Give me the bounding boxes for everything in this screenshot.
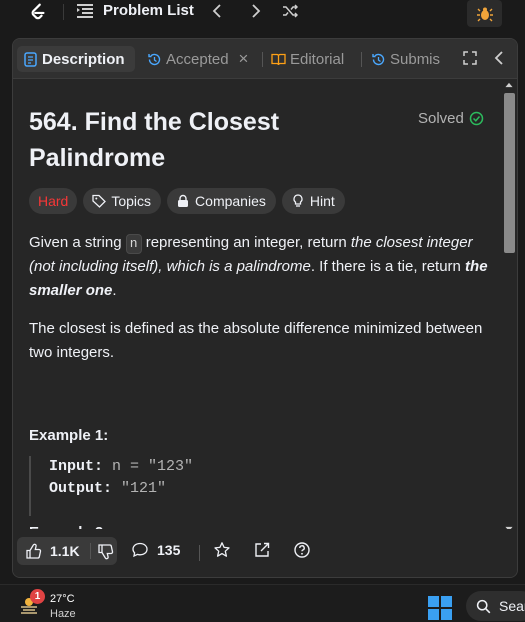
favorite-button[interactable] <box>213 541 231 559</box>
vote-group: 1.1K <box>17 537 117 565</box>
help-button[interactable] <box>293 541 311 559</box>
tab-editorial[interactable]: Editorial <box>271 46 344 72</box>
topics-tag[interactable]: Topics <box>83 188 162 214</box>
companies-label: Companies <box>195 193 266 209</box>
like-button[interactable]: 1.1K <box>25 543 80 560</box>
divider <box>199 545 200 561</box>
search-icon <box>476 599 499 614</box>
top-navbar: Problem List <box>0 0 525 32</box>
comment-icon <box>131 541 149 559</box>
thumbs-down-icon <box>97 543 114 560</box>
tag-icon <box>92 194 111 208</box>
tab-submissions-label: Submis <box>390 50 441 68</box>
desc-text: Given a string <box>29 234 126 251</box>
star-icon <box>213 541 231 559</box>
tab-description[interactable]: Description <box>17 46 135 72</box>
desc-text: representing an integer, return <box>141 234 351 251</box>
os-taskbar: 1 27°C Haze Sear <box>0 584 525 622</box>
action-bar: 1.1K 135 <box>13 529 517 577</box>
history-icon <box>371 52 390 67</box>
tab-accepted-label: Accepted <box>166 50 229 68</box>
description-panel: Description Accepted × Editorial Submis <box>12 38 518 578</box>
close-icon[interactable]: × <box>239 49 249 69</box>
tab-divider <box>361 52 362 67</box>
windows-start-icon[interactable] <box>428 596 452 620</box>
scrollbar[interactable] <box>502 81 516 532</box>
description-icon <box>23 51 42 67</box>
divider <box>89 543 91 559</box>
tag-row: Hard Topics Companies Hint <box>29 188 345 214</box>
problem-list-link[interactable]: Problem List <box>103 1 194 21</box>
thumbs-up-icon <box>25 543 42 560</box>
difficulty-badge: Hard <box>29 188 78 214</box>
tab-accepted[interactable]: Accepted × <box>147 46 248 72</box>
list-icon[interactable] <box>77 4 93 18</box>
tab-divider <box>262 52 263 67</box>
lock-icon <box>176 194 195 208</box>
search-label: Sear <box>499 598 525 614</box>
bug-icon <box>476 5 494 23</box>
hint-tag[interactable]: Hint <box>281 188 345 214</box>
history-icon <box>147 52 166 67</box>
solved-status: Solved <box>418 110 484 127</box>
comment-count: 135 <box>157 542 181 558</box>
example-1-title: Example 1: <box>29 427 109 444</box>
weather-condition: Haze <box>50 608 76 620</box>
example-1-box: Input: n = "123" Output: "121" <box>29 456 499 516</box>
temperature: 27°C <box>50 593 75 605</box>
chevron-left-icon[interactable] <box>208 2 228 20</box>
desc-text: . <box>112 282 117 299</box>
debug-button[interactable] <box>467 0 502 27</box>
inline-code: n <box>125 234 142 254</box>
solved-label: Solved <box>418 110 464 127</box>
comments-button[interactable]: 135 <box>131 541 180 559</box>
topics-label: Topics <box>111 193 152 209</box>
tab-bar: Description Accepted × Editorial Submis <box>13 39 517 79</box>
book-icon <box>271 52 290 67</box>
dislike-button[interactable] <box>97 543 114 560</box>
output-value: "121" <box>121 480 167 497</box>
input-value: n = "123" <box>112 458 194 475</box>
notification-badge: 1 <box>30 589 45 604</box>
divider <box>63 4 64 20</box>
collapse-panel-icon[interactable] <box>490 49 510 67</box>
share-icon <box>253 541 271 559</box>
taskbar-search[interactable]: Sear <box>466 591 525 621</box>
leetcode-logo[interactable] <box>26 1 48 23</box>
tab-editorial-label: Editorial <box>290 50 345 68</box>
like-count: 1.1K <box>50 543 80 559</box>
maximize-icon[interactable] <box>460 49 480 67</box>
tab-description-label: Description <box>42 50 125 68</box>
check-circle-icon <box>464 111 484 126</box>
share-button[interactable] <box>253 541 271 559</box>
chevron-right-icon[interactable] <box>245 2 265 20</box>
hint-label: Hint <box>309 193 335 209</box>
desc-text: . If there is a tie, return <box>310 258 466 275</box>
output-label: Output: <box>49 480 113 497</box>
closest-definition: The closest is defined as the absolute d… <box>29 320 483 361</box>
scrollbar-thumb[interactable] <box>504 93 515 253</box>
input-label: Input: <box>49 458 104 475</box>
tab-submissions[interactable]: Submis <box>371 46 440 72</box>
problem-description: Given a string n representing an integer… <box>29 231 497 303</box>
problem-title[interactable]: 564. Find the Closest Palindrome <box>29 104 329 176</box>
question-circle-icon <box>293 541 311 559</box>
companies-tag[interactable]: Companies <box>167 188 276 214</box>
lightbulb-icon <box>291 194 310 208</box>
shuffle-icon[interactable] <box>280 2 300 20</box>
